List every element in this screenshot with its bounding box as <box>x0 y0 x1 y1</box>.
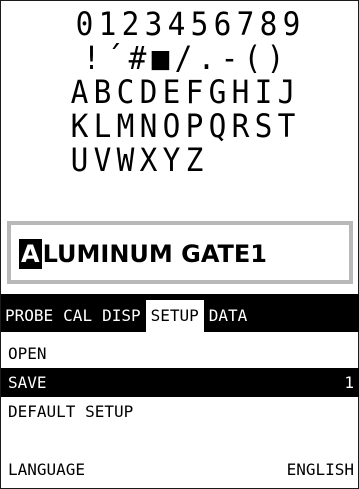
char-key[interactable]: ´ <box>104 41 125 75</box>
char-key[interactable]: P <box>184 109 205 143</box>
setup-name-text: A LUMINUM GATE1 <box>19 238 267 270</box>
char-key[interactable]: W <box>115 143 136 177</box>
menu-item-label: DEFAULT SETUP <box>8 402 134 421</box>
char-key[interactable]: B <box>92 75 113 109</box>
char-row-u-z: U V W X Y Z <box>1 143 359 177</box>
char-key[interactable]: G <box>207 75 228 109</box>
setup-menu: OPEN SAVE 1 DEFAULT SETUP LANGUAGE ENGLI… <box>1 339 359 484</box>
char-key[interactable]: / <box>173 41 194 75</box>
char-row-symbols: ! ´ # ■ / . - ( ) <box>1 41 359 75</box>
char-key[interactable]: 3 <box>142 7 163 41</box>
char-key[interactable]: 9 <box>280 7 301 41</box>
char-key[interactable]: 4 <box>165 7 186 41</box>
char-key[interactable]: U <box>69 143 90 177</box>
character-picker: 0 1 2 3 4 5 6 7 8 9 ! ´ # ■ / . - ( ) A … <box>1 7 359 177</box>
char-key[interactable]: N <box>138 109 159 143</box>
setup-name-field[interactable]: A LUMINUM GATE1 <box>7 221 353 284</box>
tab-disp[interactable]: DISP <box>97 300 146 332</box>
menu-item-label: LANGUAGE <box>8 460 86 479</box>
char-key[interactable]: F <box>184 75 205 109</box>
char-key[interactable]: ( <box>242 41 263 75</box>
char-key[interactable]: R <box>230 109 251 143</box>
char-key[interactable]: 1 <box>96 7 117 41</box>
tab-data[interactable]: DATA <box>204 300 253 332</box>
menu-tabs: PROBE CAL DISP SETUP DATA <box>1 300 359 332</box>
char-key[interactable]: V <box>92 143 113 177</box>
char-key[interactable]: # <box>127 41 148 75</box>
char-key[interactable]: K <box>69 109 90 143</box>
menu-item-save[interactable]: SAVE 1 <box>1 368 359 397</box>
char-key[interactable]: 6 <box>211 7 232 41</box>
char-key-space-selected[interactable]: ■ <box>150 41 171 75</box>
menu-item-default-setup[interactable]: DEFAULT SETUP <box>1 397 359 426</box>
char-key[interactable]: Q <box>207 109 228 143</box>
tab-setup[interactable]: SETUP <box>145 300 204 332</box>
char-key[interactable]: ) <box>265 41 286 75</box>
gauge-screen: 0 1 2 3 4 5 6 7 8 9 ! ´ # ■ / . - ( ) A … <box>0 0 359 489</box>
char-key[interactable]: - <box>219 41 240 75</box>
menu-item-value: 1 <box>344 373 354 392</box>
char-key[interactable]: H <box>230 75 251 109</box>
char-key[interactable]: 2 <box>119 7 140 41</box>
char-key[interactable]: D <box>138 75 159 109</box>
menu-item-label: OPEN <box>8 344 47 363</box>
char-key[interactable]: L <box>92 109 113 143</box>
char-row-digits: 0 1 2 3 4 5 6 7 8 9 <box>1 7 359 41</box>
tab-cal[interactable]: CAL <box>58 300 97 332</box>
char-key[interactable]: X <box>138 143 159 177</box>
char-key[interactable]: 8 <box>257 7 278 41</box>
char-key[interactable]: C <box>115 75 136 109</box>
menu-item-open[interactable]: OPEN <box>1 339 359 368</box>
char-key[interactable]: E <box>161 75 182 109</box>
char-key[interactable]: S <box>253 109 274 143</box>
char-key[interactable]: I <box>253 75 274 109</box>
menu-spacer <box>1 426 359 455</box>
char-key[interactable]: ! <box>81 41 102 75</box>
tab-probe[interactable]: PROBE <box>1 300 58 332</box>
char-key[interactable]: 0 <box>73 7 94 41</box>
char-key[interactable]: Y <box>161 143 182 177</box>
char-row-k-t: K L M N O P Q R S T <box>1 109 359 143</box>
char-key[interactable]: M <box>115 109 136 143</box>
menu-item-language[interactable]: LANGUAGE ENGLISH <box>1 455 359 484</box>
char-key[interactable]: O <box>161 109 182 143</box>
char-key[interactable]: Z <box>184 143 205 177</box>
char-key[interactable]: 5 <box>188 7 209 41</box>
name-remaining-text: LUMINUM GATE1 <box>42 240 268 268</box>
char-key[interactable]: T <box>276 109 297 143</box>
menu-item-value: ENGLISH <box>286 460 354 479</box>
char-row-a-j: A B C D E F G H I J <box>1 75 359 109</box>
char-key[interactable]: 7 <box>234 7 255 41</box>
char-key[interactable]: J <box>276 75 297 109</box>
name-cursor-char: A <box>19 239 42 269</box>
char-key[interactable]: . <box>196 41 217 75</box>
menu-item-label: SAVE <box>8 373 47 392</box>
char-key[interactable]: A <box>69 75 90 109</box>
